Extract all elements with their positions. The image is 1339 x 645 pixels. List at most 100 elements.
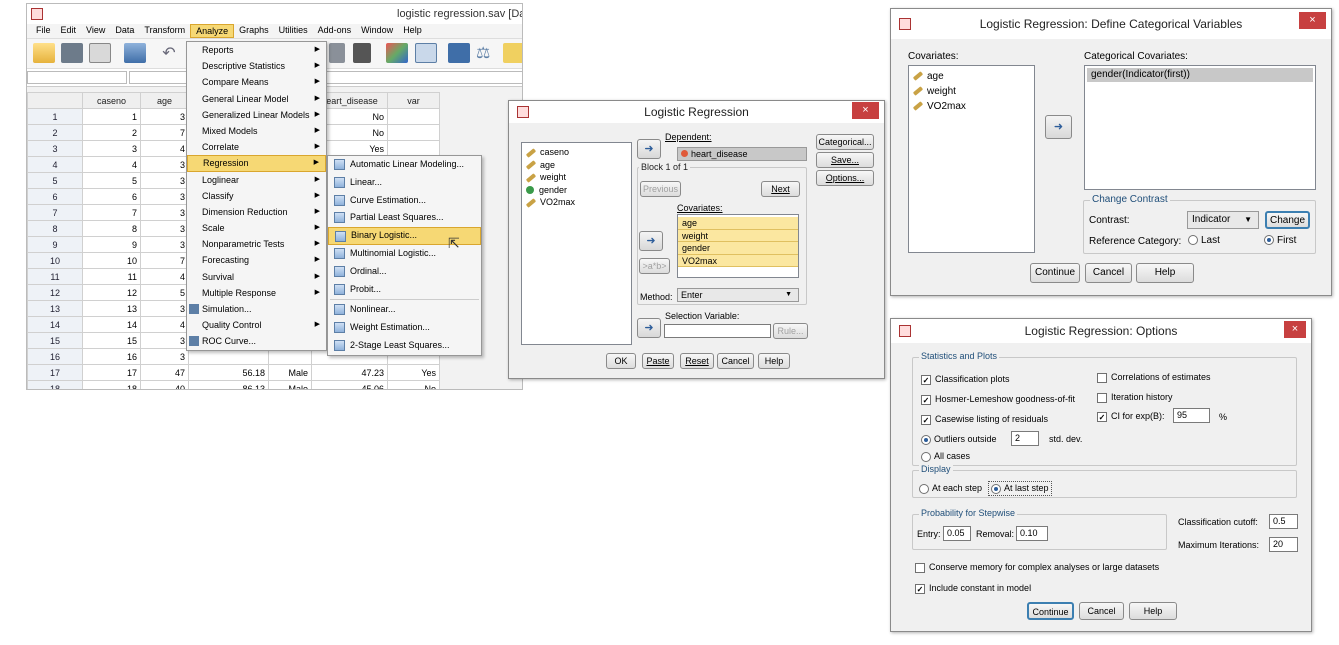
table-cell[interactable]: 3 [140,204,189,221]
categorical-covariates-list[interactable]: gender(Indicator(first)) [1084,65,1316,190]
table-cell[interactable]: 3 [140,156,189,173]
menu-help[interactable]: Help [398,24,427,38]
menu-item-probit[interactable]: Probit... [328,281,481,299]
casewise-checkbox[interactable]: ✓ Casewise listing of residuals [921,414,1048,425]
menu-edit[interactable]: Edit [56,24,82,38]
table-cell[interactable]: Male [268,380,312,389]
options-button[interactable]: Options... [816,170,874,186]
table-cell[interactable]: 47 [140,364,189,381]
table-cell[interactable]: 3 [140,300,189,317]
row-number[interactable]: 16 [27,348,83,365]
dependent-field[interactable]: heart_disease [677,147,807,161]
menu-item-nonparametric-tests[interactable]: Nonparametric Tests ▶ [187,236,326,252]
table-cell[interactable]: 4 [82,156,141,173]
menu-item-scale[interactable]: Scale ▶ [187,220,326,236]
table-cell[interactable]: 18 [82,380,141,389]
table-cell[interactable] [387,124,440,141]
menu-item-nonlinear[interactable]: Nonlinear... [328,301,481,319]
table-cell[interactable]: 3 [140,220,189,237]
row-number[interactable]: 11 [27,268,83,285]
menu-view[interactable]: View [81,24,110,38]
entry-value-field[interactable]: 0.05 [943,526,971,541]
menu-item-general-linear-model[interactable]: General Linear Model ▶ [187,91,326,107]
menu-item-automatic-linear-modeling[interactable]: Automatic Linear Modeling... [328,156,481,174]
table-cell[interactable]: 11 [82,268,141,285]
covariates-list[interactable]: age weight gender VO2max [677,214,799,278]
print-icon[interactable] [89,43,111,63]
ci-value-field[interactable]: 95 [1173,408,1210,423]
row-number[interactable]: 12 [27,284,83,301]
last-step-radio[interactable]: At last step [988,481,1052,496]
table-cell[interactable]: 14 [82,316,141,333]
table-cell[interactable] [188,348,269,365]
menu-item-dimension-reduction[interactable]: Dimension Reduction ▶ [187,204,326,220]
row-number[interactable]: 10 [27,252,83,269]
table-cell[interactable]: 5 [140,284,189,301]
table-cell[interactable]: Male [268,364,312,381]
outliers-value-field[interactable]: 2 [1011,431,1039,446]
row-number[interactable]: 9 [27,236,83,253]
covariate-item[interactable]: age [909,69,1034,84]
iteration-checkbox[interactable]: Iteration history [1097,392,1173,403]
row-number[interactable]: 6 [27,188,83,205]
menu-item-multiple-response[interactable]: Multiple Response ▶ [187,285,326,301]
row-number[interactable]: 14 [27,316,83,333]
max-iterations-field[interactable]: 20 [1269,537,1298,552]
table-cell[interactable]: 40 [140,380,189,389]
menu-item-loglinear[interactable]: Loglinear ▶ [187,172,326,188]
table-cell[interactable]: 7 [140,124,189,141]
table-cell[interactable]: 16 [82,348,141,365]
menu-window[interactable]: Window [356,24,398,38]
table-cell[interactable]: 12 [82,284,141,301]
undo-icon[interactable]: ↶ [162,43,176,63]
row-number[interactable]: 18 [27,380,83,389]
covariate-item[interactable]: VO2max [909,99,1034,114]
covariate-item[interactable]: weight [909,84,1034,99]
cutoff-value-field[interactable]: 0.5 [1269,514,1298,529]
column-header[interactable]: age [140,92,189,109]
last-radio[interactable]: Last [1188,235,1220,246]
menu-item-classify[interactable]: Classify ▶ [187,188,326,204]
continue-button[interactable]: Continue [1030,263,1080,283]
table-cell[interactable]: 3 [140,188,189,205]
rule-button[interactable]: Rule... [773,323,808,339]
cancel-button[interactable]: Cancel [717,353,754,369]
menu-item-survival[interactable]: Survival ▶ [187,269,326,285]
table-cell[interactable]: 6 [82,188,141,205]
column-header[interactable]: caseno [82,92,141,109]
interaction-button[interactable]: >a*b> [639,258,670,274]
menu-file[interactable]: File [31,24,56,38]
menu-transform[interactable]: Transform [139,24,190,38]
menu-analyze[interactable]: Analyze [190,24,235,38]
move-to-dependent-button[interactable]: ➜ [637,139,661,159]
goto-variable-icon[interactable] [329,43,345,63]
first-radio[interactable]: First [1264,235,1296,246]
method-dropdown[interactable]: Enter ▼ [677,288,799,302]
weight-cases-icon[interactable] [448,43,470,63]
insert-cases-icon[interactable] [386,43,408,63]
menu-utilities[interactable]: Utilities [274,24,313,38]
table-cell[interactable]: 3 [140,108,189,125]
row-number[interactable]: 5 [27,172,83,189]
menu-addons[interactable]: Add-ons [313,24,357,38]
table-cell[interactable]: 3 [140,348,189,365]
menu-item-compare-means[interactable]: Compare Means ▶ [187,74,326,90]
menu-item-weight-estimation[interactable]: Weight Estimation... [328,319,481,337]
include-constant-checkbox[interactable]: ✓ Include constant in model [915,583,1031,594]
table-cell[interactable]: 45.06 [311,380,388,389]
save-button[interactable]: Save... [816,152,874,168]
move-right-button[interactable]: ➜ [1045,115,1072,139]
classification-plots-checkbox[interactable]: ✓ Classification plots [921,374,1010,385]
ci-checkbox[interactable]: ✓ CI for exp(B): [1097,411,1165,422]
variable-item[interactable]: gender [522,184,631,197]
menu-graphs[interactable]: Graphs [234,24,274,38]
variable-item[interactable]: age [522,159,631,172]
removal-value-field[interactable]: 0.10 [1016,526,1048,541]
row-number[interactable]: 4 [27,156,83,173]
table-cell[interactable]: 7 [82,204,141,221]
menu-item-regression[interactable]: Regression ▶ [187,155,326,172]
menu-item-correlate[interactable]: Correlate ▶ [187,139,326,155]
menu-item-quality-control[interactable]: Quality Control ▶ [187,317,326,333]
move-to-covariates-button[interactable]: ➜ [639,231,663,251]
change-button[interactable]: Change [1265,211,1310,229]
